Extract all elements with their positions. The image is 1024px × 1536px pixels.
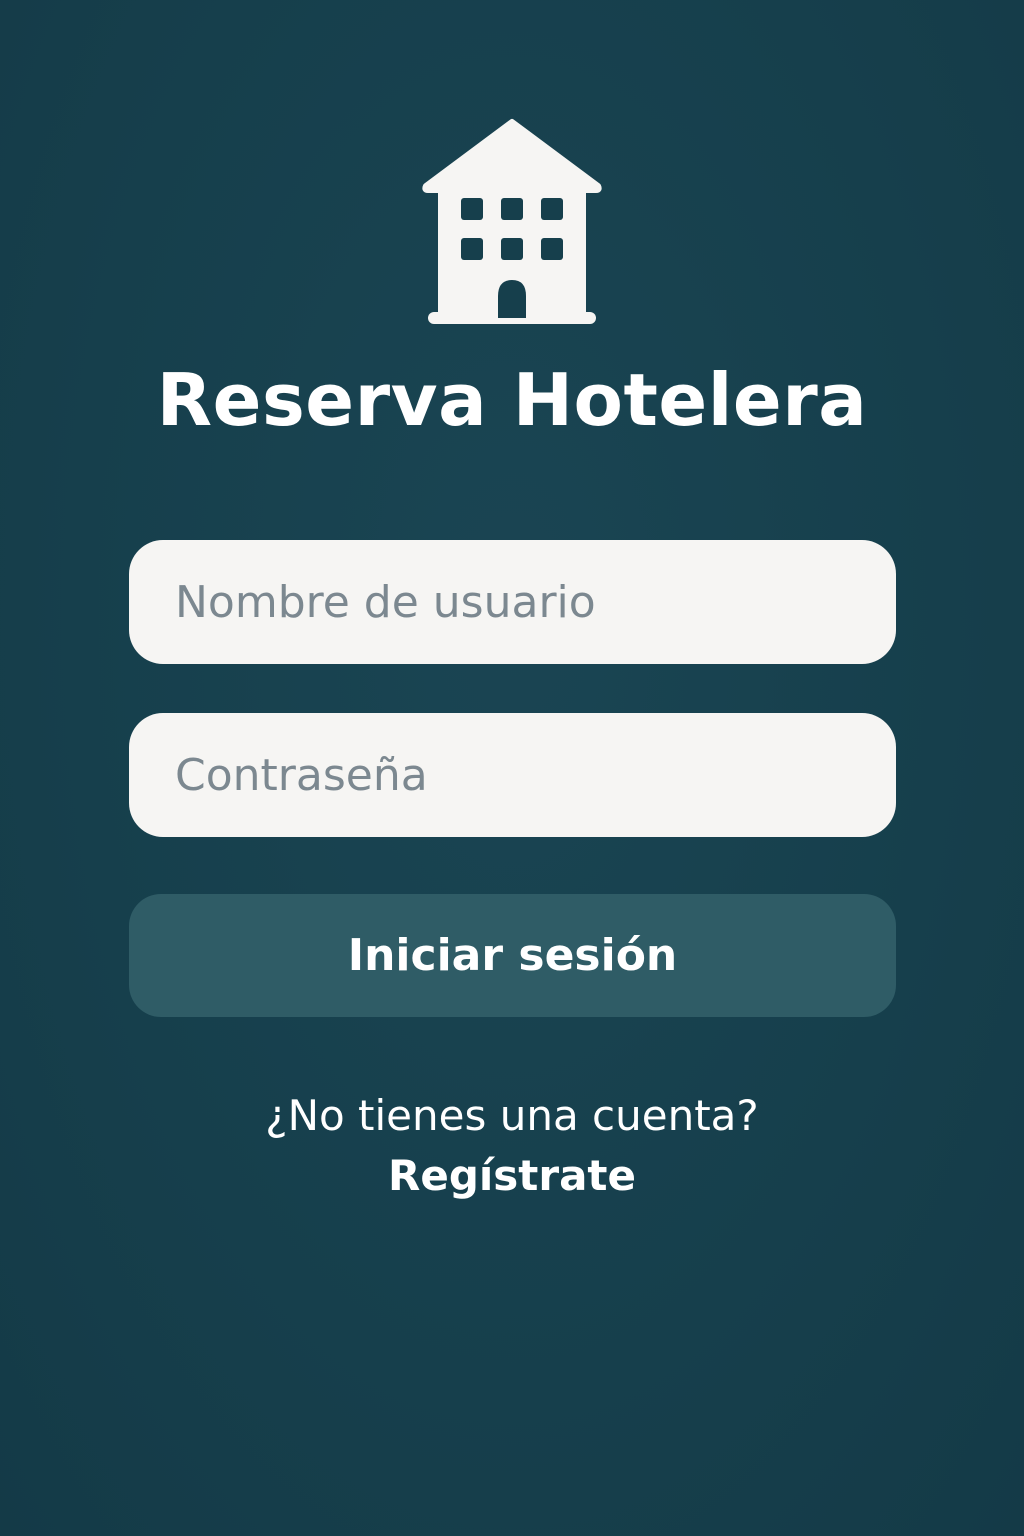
username-input[interactable] <box>129 540 896 664</box>
login-screen: Reserva Hotelera Iniciar sesión ¿No tien… <box>0 0 1024 1536</box>
password-input[interactable] <box>129 713 896 837</box>
login-button[interactable]: Iniciar sesión <box>129 894 896 1017</box>
app-title: Reserva Hotelera <box>156 358 868 442</box>
hotel-building-icon <box>422 119 602 324</box>
signup-prompt: ¿No tienes una cuenta? <box>265 1091 759 1140</box>
signup-link[interactable]: Regístrate <box>0 1148 1024 1204</box>
